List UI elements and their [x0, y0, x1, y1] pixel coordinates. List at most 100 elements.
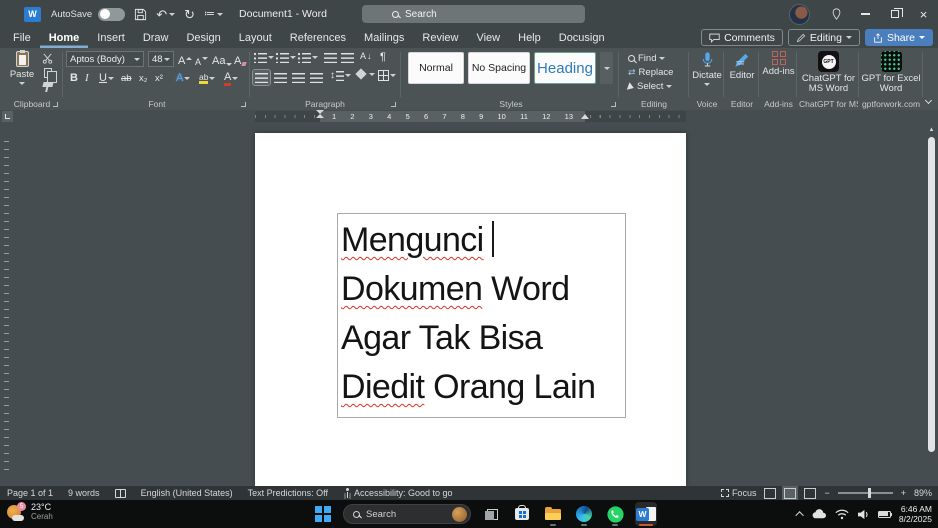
customize-quick-access-button[interactable]: ≔: [204, 8, 224, 20]
tab-insert[interactable]: Insert: [88, 28, 134, 48]
comments-button[interactable]: Comments: [701, 29, 783, 46]
italic-button[interactable]: I: [85, 71, 89, 86]
zoom-slider-thumb[interactable]: [867, 488, 871, 498]
multilevel-list-button[interactable]: [298, 52, 318, 63]
accessibility-status[interactable]: Accessibility: Good to go: [343, 488, 453, 498]
shrink-font-button[interactable]: A: [195, 51, 209, 67]
tab-home[interactable]: Home: [40, 28, 89, 48]
weather-widget[interactable]: 5 23°C Cerah: [6, 502, 53, 522]
style-normal[interactable]: Normal: [408, 52, 464, 84]
clipboard-dialog-launcher[interactable]: [53, 102, 58, 107]
cut-icon[interactable]: [42, 53, 53, 64]
font-dialog-launcher[interactable]: [241, 102, 246, 107]
collapse-ribbon-button[interactable]: [924, 96, 933, 105]
copy-icon[interactable]: [43, 68, 57, 83]
bold-button[interactable]: B: [70, 71, 78, 86]
whatsapp-button[interactable]: [604, 502, 626, 526]
zoom-out-button[interactable]: −: [824, 488, 829, 498]
tab-design[interactable]: Design: [177, 28, 229, 48]
page-indicator[interactable]: Page 1 of 1: [7, 488, 53, 498]
share-button[interactable]: Share: [864, 29, 933, 46]
change-case-button[interactable]: Aa: [212, 51, 233, 67]
print-layout-button[interactable]: [782, 485, 799, 501]
word-count[interactable]: 9 words: [68, 488, 100, 498]
dictate-button[interactable]: Dictate: [691, 51, 723, 86]
account-avatar[interactable]: [789, 3, 810, 25]
start-button[interactable]: [312, 502, 334, 526]
editing-mode-button[interactable]: Editing: [787, 29, 860, 46]
grow-font-button[interactable]: A: [178, 51, 193, 67]
gptexcel-button[interactable]: GPT for Excel Word: [861, 51, 921, 94]
editor-button[interactable]: Editor: [726, 51, 758, 81]
strikethrough-button[interactable]: ab: [121, 71, 132, 86]
select-button[interactable]: Select: [626, 81, 673, 92]
document-page[interactable]: Mengunci Dokumen Word Agar Tak Bisa Died…: [255, 133, 686, 486]
scrollbar-thumb[interactable]: [928, 137, 935, 452]
bullets-button[interactable]: [254, 52, 274, 63]
addins-button[interactable]: Add-ins: [761, 51, 796, 77]
scroll-up-arrow[interactable]: ▲: [927, 127, 936, 133]
style-heading[interactable]: Heading: [534, 52, 596, 84]
web-layout-button[interactable]: [804, 487, 817, 499]
tab-layout[interactable]: Layout: [230, 28, 281, 48]
close-button[interactable]: ×: [909, 0, 938, 28]
autosave-toggle[interactable]: [98, 7, 126, 21]
font-size-combo[interactable]: 48: [148, 51, 174, 67]
text-predictions[interactable]: Text Predictions: Off: [248, 488, 328, 498]
edge-button[interactable]: [573, 502, 595, 526]
text-frame[interactable]: Mengunci Dokumen Word Agar Tak Bisa Died…: [337, 213, 626, 418]
search-box[interactable]: Search: [362, 5, 585, 23]
align-left-button[interactable]: [252, 69, 271, 86]
wifi-icon[interactable]: [835, 509, 849, 520]
chatgpt-button[interactable]: GPT ChatGPT for MS Word: [799, 51, 858, 94]
zoom-in-button[interactable]: +: [901, 488, 906, 498]
paste-button[interactable]: Paste: [6, 50, 38, 93]
underline-button[interactable]: U: [99, 71, 114, 86]
word-taskbar-button[interactable]: W: [635, 502, 657, 526]
text-effects-button[interactable]: A: [176, 71, 191, 86]
subscript-button[interactable]: x₂: [139, 71, 147, 86]
justify-button[interactable]: [308, 70, 325, 85]
style-no-spacing[interactable]: No Spacing: [468, 52, 530, 84]
format-painter-icon[interactable]: [41, 82, 54, 87]
line-spacing-button[interactable]: ↕: [330, 70, 351, 81]
tab-file[interactable]: File: [4, 28, 40, 48]
font-color-button[interactable]: A: [224, 71, 239, 86]
superscript-button[interactable]: x²: [155, 71, 163, 86]
styles-dialog-launcher[interactable]: [611, 102, 616, 107]
replace-button[interactable]: ⇄ Replace: [628, 67, 673, 78]
show-marks-button[interactable]: ¶: [380, 52, 386, 63]
volume-icon[interactable]: [857, 509, 870, 520]
horizontal-ruler[interactable]: 1 2 3 4 5 6 7 8 9 10 11 12 13: [255, 110, 686, 122]
focus-button[interactable]: Focus: [720, 488, 756, 498]
highlight-button[interactable]: ab: [199, 71, 216, 86]
shading-button[interactable]: [355, 68, 375, 80]
align-right-button[interactable]: [290, 70, 307, 85]
language-indicator[interactable]: English (United States): [141, 488, 233, 498]
vertical-scrollbar[interactable]: ▲: [927, 127, 936, 480]
save-button[interactable]: [134, 8, 147, 21]
taskbar-search[interactable]: Search: [343, 504, 471, 524]
increase-indent-button[interactable]: [341, 52, 354, 63]
zoom-slider[interactable]: [837, 488, 893, 498]
zoom-level[interactable]: 89%: [914, 488, 932, 498]
paragraph-dialog-launcher[interactable]: [391, 102, 396, 107]
tab-stop-selector[interactable]: [2, 111, 13, 122]
redo-button[interactable]: ↻: [184, 8, 195, 21]
tab-mailings[interactable]: Mailings: [355, 28, 413, 48]
proofing-button[interactable]: [114, 488, 126, 498]
tab-references[interactable]: References: [281, 28, 355, 48]
read-mode-button[interactable]: [764, 487, 777, 499]
indent-marker-right[interactable]: [581, 114, 589, 119]
microsoft-store-button[interactable]: [511, 502, 533, 526]
tab-help[interactable]: Help: [509, 28, 550, 48]
find-button[interactable]: Find: [628, 53, 666, 64]
clock[interactable]: 6:46 AM 8/2/2025: [899, 504, 932, 524]
numbering-button[interactable]: [276, 52, 296, 63]
indent-marker-left[interactable]: [316, 110, 324, 118]
font-name-combo[interactable]: Aptos (Body): [66, 51, 144, 67]
styles-more-button[interactable]: [600, 52, 613, 84]
task-view-button[interactable]: [480, 502, 502, 526]
file-explorer-button[interactable]: [542, 502, 564, 526]
tab-review[interactable]: Review: [413, 28, 467, 48]
